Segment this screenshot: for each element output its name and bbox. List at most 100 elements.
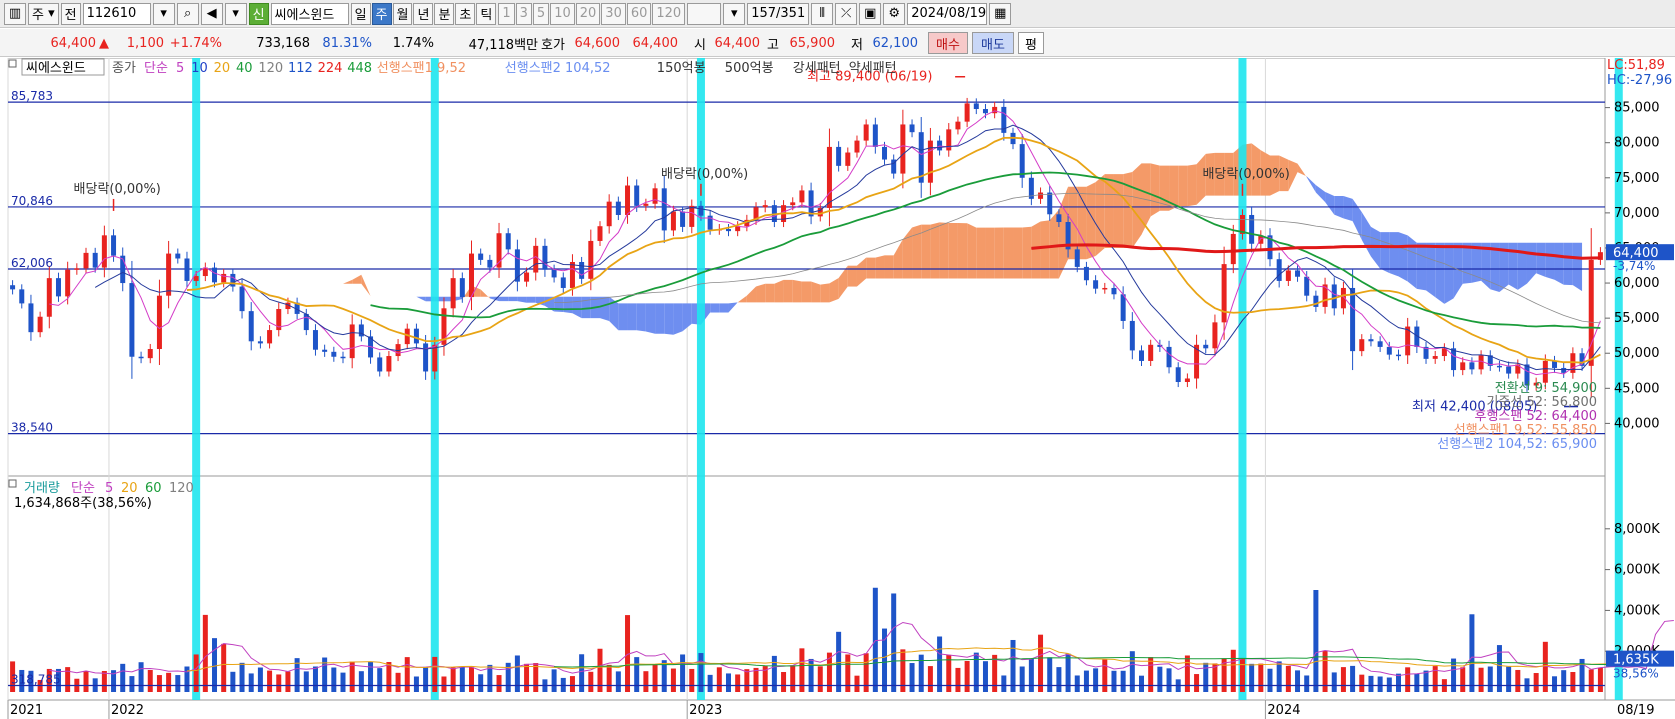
candle-body xyxy=(661,188,667,231)
candle-body xyxy=(386,356,392,372)
volume-bar xyxy=(423,666,429,692)
volume-bar xyxy=(982,661,988,692)
chevron-down-icon[interactable]: ▾ xyxy=(152,2,175,25)
speaker-icon[interactable]: ◀ xyxy=(200,2,223,25)
chevron-down-icon[interactable]: ▾ xyxy=(723,2,746,25)
flat-button[interactable]: 평 xyxy=(1018,32,1044,54)
candle-body xyxy=(166,253,172,296)
candle-body xyxy=(129,283,135,357)
candle-body xyxy=(1230,233,1236,265)
candle-body xyxy=(1184,378,1190,382)
period-tab[interactable]: 주 xyxy=(371,2,392,25)
x-axis-label: 2023 xyxy=(689,703,722,718)
candle-body xyxy=(83,252,89,269)
candle-body xyxy=(459,278,465,298)
volume-bar xyxy=(790,665,796,692)
cloud-segment xyxy=(655,303,665,334)
candle-body xyxy=(615,201,621,215)
search-icon[interactable]: ⌕ xyxy=(176,2,199,25)
reference-label-line-38540: 38,540 xyxy=(11,421,53,435)
sell-button[interactable]: 매도 xyxy=(972,32,1014,54)
candle-body xyxy=(882,146,888,160)
buy-button[interactable]: 매수 xyxy=(928,32,968,54)
candle-body xyxy=(973,103,979,110)
trade-amount: 47,118백만 xyxy=(468,37,538,53)
candle-body xyxy=(725,229,731,232)
volume-bar xyxy=(946,654,952,692)
period-tab[interactable]: 월 xyxy=(392,2,413,25)
volume-bar xyxy=(239,662,245,692)
volume-bar xyxy=(212,638,218,692)
cloud-segment xyxy=(508,296,518,302)
candle-body xyxy=(652,188,658,204)
interval-number-tab[interactable]: 60 xyxy=(626,2,652,25)
volume-legend-item: 20 xyxy=(121,481,138,496)
trend-tool-icon[interactable]: ⤫ xyxy=(835,2,858,25)
cloud-segment xyxy=(820,283,830,303)
period-tab[interactable]: 년 xyxy=(413,2,434,25)
volume-bar xyxy=(432,656,438,692)
candle-body xyxy=(487,259,493,268)
save-icon[interactable]: ▣ xyxy=(859,2,882,25)
period-tab[interactable]: 틱 xyxy=(476,2,497,25)
interval-number-tab[interactable]: 10 xyxy=(550,2,575,25)
volume-bar xyxy=(1148,657,1154,692)
count-field[interactable]: 157/351 xyxy=(747,2,810,25)
volume-bar xyxy=(413,676,419,692)
code-input[interactable]: 112610 xyxy=(82,2,151,25)
candle-tool-icon[interactable]: ⫴ xyxy=(811,2,834,25)
volume-bar xyxy=(395,672,401,692)
candle-body xyxy=(863,124,869,141)
candle-body xyxy=(248,311,254,342)
period-tab[interactable]: 일 xyxy=(350,2,371,25)
blank-select[interactable] xyxy=(687,2,722,25)
low-label: 저 xyxy=(851,37,863,53)
stock-name-field[interactable]: 씨에스윈드 xyxy=(270,2,349,25)
volume-bar xyxy=(1065,653,1071,692)
volume-bar xyxy=(753,667,759,692)
period-tab[interactable]: 초 xyxy=(455,2,476,25)
calendar-icon[interactable]: ▦ xyxy=(989,2,1012,25)
volume-bar xyxy=(1460,667,1466,692)
interval-number-tab[interactable]: 3 xyxy=(515,2,532,25)
candle-body xyxy=(230,273,236,287)
candle-body xyxy=(478,253,484,260)
gear-icon[interactable]: ⚙ xyxy=(883,2,906,25)
cloud-segment xyxy=(1554,242,1564,285)
candle-body xyxy=(992,106,998,114)
interval-number-tab[interactable]: 30 xyxy=(601,2,626,25)
candle-body xyxy=(1478,355,1484,370)
interval-number-tab[interactable]: 20 xyxy=(575,2,601,25)
mode-select[interactable]: 주 ▾ xyxy=(28,2,59,25)
period-tab[interactable]: 분 xyxy=(434,2,455,25)
volume-legend-item: 60 xyxy=(145,481,162,496)
volume-bar xyxy=(771,655,777,692)
candle-body xyxy=(1093,280,1099,289)
legend-item: 10 xyxy=(191,61,208,76)
interval-number-tab[interactable]: 5 xyxy=(532,2,550,25)
candle-body xyxy=(377,357,383,372)
interval-number-tab[interactable]: 120 xyxy=(652,2,686,25)
layout-icon[interactable]: ▥ xyxy=(4,2,26,25)
volume-bar xyxy=(698,653,704,692)
cloud-segment xyxy=(1398,232,1408,282)
volume-bar xyxy=(1120,670,1126,692)
cloud-segment xyxy=(1517,242,1527,290)
candle-body xyxy=(551,269,557,278)
dividend-annotation: 배당락(0,00%) xyxy=(74,182,161,197)
chevron-down-icon[interactable]: ▾ xyxy=(224,2,247,25)
volume-bar xyxy=(257,667,263,692)
candle-body xyxy=(1111,287,1117,295)
interval-number-tab[interactable]: 1 xyxy=(498,2,515,25)
date-input[interactable]: 2024/08/19 xyxy=(907,2,988,25)
volume-bar xyxy=(707,674,713,692)
candle-body xyxy=(257,341,263,344)
new-badge: 신 xyxy=(248,2,269,25)
dividend-annotation: 배당락(0,00%) xyxy=(1202,167,1289,182)
candle-body xyxy=(1331,284,1337,309)
candle-body xyxy=(597,226,603,241)
volume-bar xyxy=(248,673,254,692)
cloud-segment xyxy=(1536,242,1546,277)
candle-body xyxy=(468,253,474,298)
prev-button[interactable]: 전 xyxy=(60,2,81,25)
